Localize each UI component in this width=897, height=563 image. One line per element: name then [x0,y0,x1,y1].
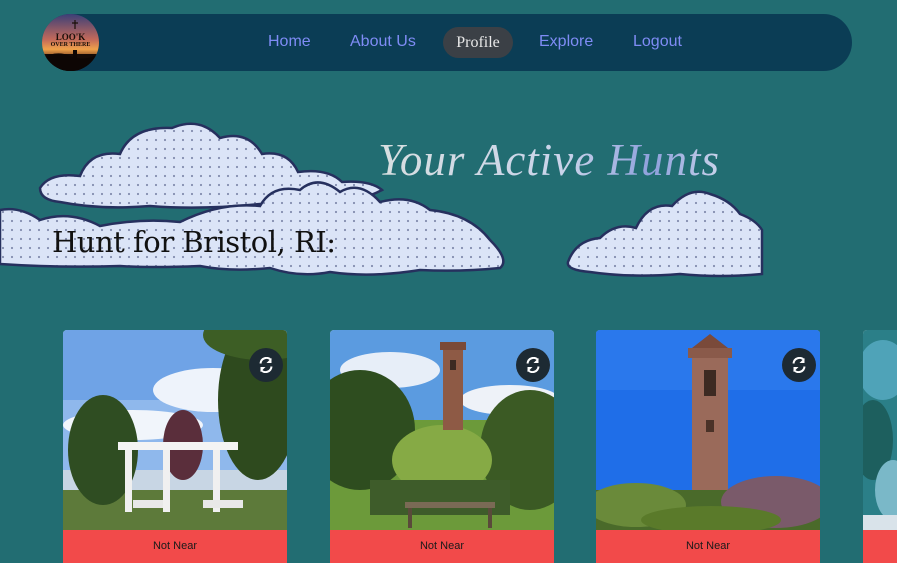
nav-explore-link[interactable]: Explore [539,32,593,52]
logo-text-line2: OVER THERE [50,42,91,48]
nav-profile-link[interactable]: Profile [443,27,513,58]
refresh-button[interactable] [516,348,550,382]
logo-text-line1: LOO'K [55,32,86,42]
refresh-icon [792,357,806,373]
refresh-icon [526,357,540,373]
hunt-card[interactable]: Not Near [63,330,287,563]
status-badge [863,530,897,563]
hunt-card-partial[interactable] [863,330,897,563]
hunt-card[interactable]: Not Near [596,330,820,563]
hunt-card[interactable]: Not Near [330,330,554,563]
nav-about-link[interactable]: About Us [350,32,416,52]
nav-logout-link[interactable]: Logout [633,32,682,52]
hunt-location-title: Hunt for Bristol, RI: [52,225,336,259]
navbar: LOO'K OVER THERE Home About Us Profile E… [42,14,852,71]
refresh-icon [259,357,273,373]
status-badge: Not Near [596,530,820,563]
page: LOO'K OVER THERE Home About Us Profile E… [0,0,897,563]
refresh-button[interactable] [782,348,816,382]
status-badge: Not Near [330,530,554,563]
cloud-right [566,190,764,278]
nav-home-link[interactable]: Home [268,32,311,52]
status-badge: Not Near [63,530,287,563]
hunt-photo-partial [863,330,897,530]
site-logo[interactable]: LOO'K OVER THERE [42,14,99,71]
refresh-button[interactable] [249,348,283,382]
page-title: Your Active Hunts [378,135,721,185]
